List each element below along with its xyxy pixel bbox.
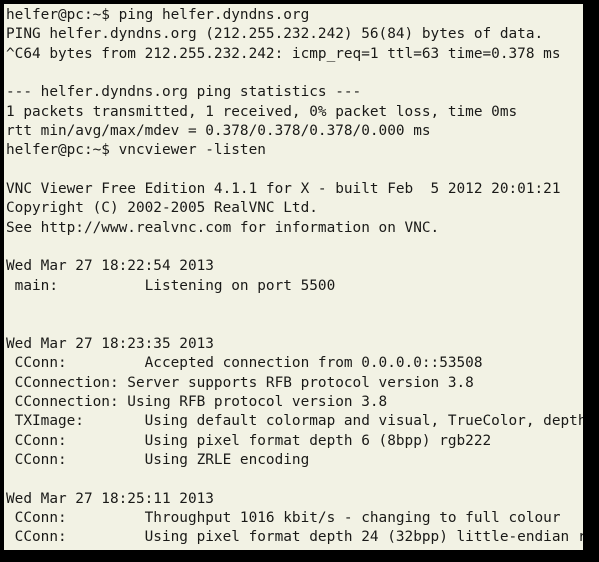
terminal-line: CConn: Using pixel format depth 6 (8bpp)… [6,432,492,449]
terminal-line: helfer@pc:~$ vncviewer -listen [6,142,266,159]
terminal-line: CConn: Throughput 1016 kbit/s - changing… [6,509,561,526]
terminal-line: See http://www.realvnc.com for informati… [6,219,440,236]
terminal-line: Wed Mar 27 18:22:54 2013 [6,258,214,275]
terminal-line: CConnection: Server supports RFB protoco… [6,374,474,391]
terminal-line: TXImage: Using default colormap and visu… [6,413,583,430]
terminal-line: VNC Viewer Free Edition 4.1.1 for X - bu… [6,181,561,198]
terminal-line: --- helfer.dyndns.org ping statistics --… [6,84,362,101]
terminal-line: helfer@pc:~$ ping helfer.dyndns.org [6,7,310,23]
terminal-output-area[interactable]: helfer@pc:~$ ping helfer.dyndns.org PING … [4,4,583,550]
terminal-line: rtt min/avg/max/mdev = 0.378/0.378/0.378… [6,123,431,140]
terminal-line: Copyright (C) 2002-2005 RealVNC Ltd. [6,200,318,217]
terminal-line: CConn: Using ZRLE encoding [6,451,310,468]
terminal-line: 1 packets transmitted, 1 received, 0% pa… [6,103,518,120]
terminal-line: DesktopWindow: attempting to render inva… [6,548,583,550]
terminal-window[interactable]: helfer@pc:~$ ping helfer.dyndns.org PING … [0,0,599,562]
terminal-line: Wed Mar 27 18:25:11 2013 [6,490,214,507]
terminal-line: main: Listening on port 5500 [6,277,336,294]
terminal-line: CConnection: Using RFB protocol version … [6,393,388,410]
terminal-line: Wed Mar 27 18:23:35 2013 [6,335,214,352]
terminal-line: PING helfer.dyndns.org (212.255.232.242)… [6,26,544,43]
terminal-line: ^C64 bytes from 212.255.232.242: icmp_re… [6,45,561,62]
terminal-line: CConn: Using pixel format depth 24 (32bp… [6,529,583,546]
terminal-line: CConn: Accepted connection from 0.0.0.0:… [6,355,483,372]
